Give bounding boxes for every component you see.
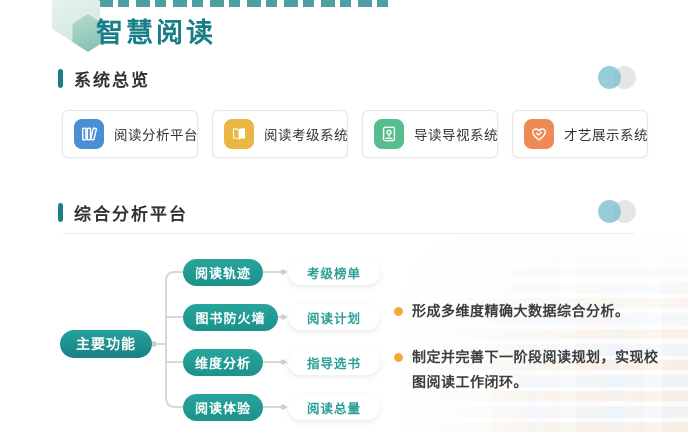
mindmap-branch-node: 阅读体验 <box>183 394 263 421</box>
card-reading-analysis[interactable]: 阅读分析平台 <box>62 110 198 158</box>
books-icon <box>74 119 104 149</box>
overview-circles-icon[interactable] <box>598 66 636 89</box>
bullet-dot-icon <box>394 353 403 362</box>
section-platform-title: 综合分析平台 <box>74 200 188 225</box>
clipped-top-text <box>99 0 391 7</box>
card-talent-show[interactable]: 才艺展示系统 <box>512 110 648 158</box>
section-accent-bar <box>58 69 63 88</box>
card-guided-reading[interactable]: 导读导视系统 <box>362 110 498 158</box>
section-overview-header: 系统总览 <box>58 66 150 91</box>
mindmap-sub-node: 考级榜单 <box>288 259 380 285</box>
book-pin-icon <box>374 119 404 149</box>
circle-teal <box>598 200 621 223</box>
page-title: 智慧阅读 <box>96 11 216 50</box>
bullet-dot-icon <box>394 307 403 316</box>
section-overview-title: 系统总览 <box>74 66 150 91</box>
card-label: 阅读分析平台 <box>114 124 198 144</box>
mindmap-branch-node: 维度分析 <box>183 349 263 376</box>
mindmap-sub-node: 指导选书 <box>288 349 380 375</box>
section-platform-header: 综合分析平台 <box>58 200 188 225</box>
circle-teal <box>598 66 621 89</box>
annotation-list: 形成多维度精确大数据综合分析。 制定并完善下一阶段阅读规划，实现校图阅读工作闭环… <box>394 300 672 417</box>
annotation-text: 制定并完善下一阶段阅读规划，实现校图阅读工作闭环。 <box>412 346 672 396</box>
mindmap-branch-node: 阅读轨迹 <box>183 259 263 286</box>
mindmap-branch-node: 图书防火墙 <box>183 304 278 331</box>
mindmap-root-node: 主要功能 <box>60 330 152 358</box>
annotation-item: 形成多维度精确大数据综合分析。 <box>394 300 672 325</box>
card-reading-grading[interactable]: 阅读考级系统 <box>212 110 348 158</box>
card-label: 才艺展示系统 <box>564 124 648 144</box>
card-label: 导读导视系统 <box>414 124 498 144</box>
overview-card-row: 阅读分析平台 阅读考级系统 导读导视系统 <box>62 110 648 158</box>
mindmap-sub-node: 阅读计划 <box>288 304 380 330</box>
card-label: 阅读考级系统 <box>264 124 348 144</box>
annotation-item: 制定并完善下一阶段阅读规划，实现校图阅读工作闭环。 <box>394 346 672 396</box>
section-accent-bar <box>58 203 63 222</box>
heart-check-icon <box>524 119 554 149</box>
mindmap-sub-node: 阅读总量 <box>288 394 380 420</box>
platform-circles-icon[interactable] <box>598 200 636 223</box>
open-book-icon <box>224 119 254 149</box>
page: 智慧阅读 系统总览 阅读分析平台 阅读考级系统 <box>0 0 688 432</box>
annotation-text: 形成多维度精确大数据综合分析。 <box>412 300 630 325</box>
